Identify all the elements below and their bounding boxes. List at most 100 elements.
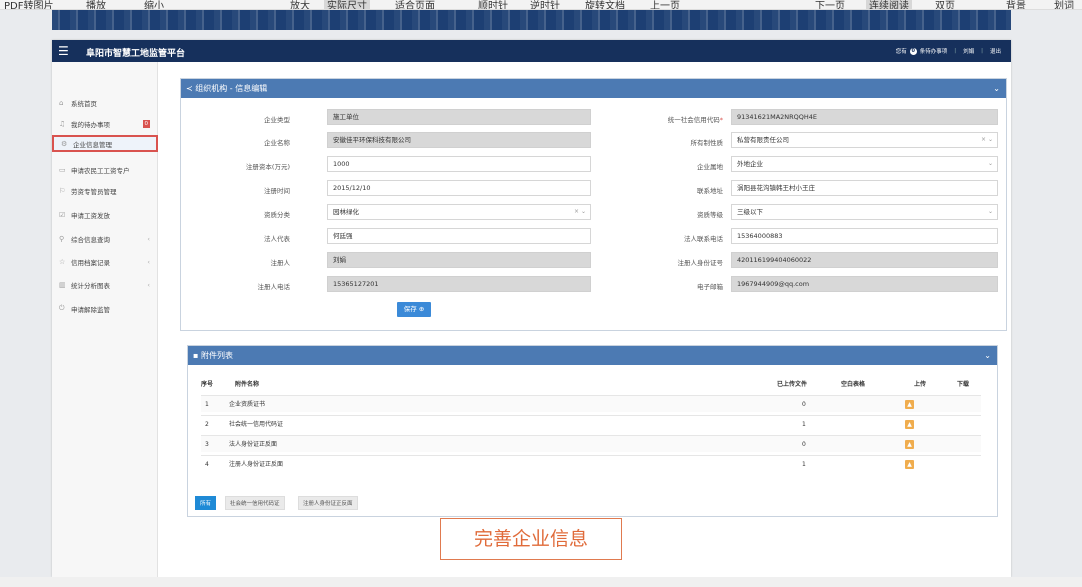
capital-label: 注册资本(万元) <box>245 163 290 171</box>
sidebar-item-label: 申请农民工工资专户 <box>71 166 130 175</box>
todo-suffix[interactable]: 条待办事项 <box>920 47 948 55</box>
legal-phone-input[interactable]: 15364000883 <box>731 228 998 244</box>
sidebar-item-wage-account[interactable]: ▭ 申请农民工工资专户 <box>52 161 158 178</box>
reg-date-input[interactable]: 2015/12/10 <box>327 180 591 196</box>
table-row: 4 注册人身份证正反面 1 ▲ <box>201 455 981 472</box>
sidebar-item-statistics[interactable]: ▥ 统计分析图表 ‹ <box>52 276 158 293</box>
registrant-label: 注册人 <box>270 259 291 267</box>
sidebar-item-credit[interactable]: ☆ 信用档案记录 ‹ <box>52 253 158 270</box>
registrant-phone-field: 15365127201 <box>327 276 591 292</box>
row-name: 注册人身份证正反面 <box>229 461 284 468</box>
fit-page-button[interactable]: 适合页面 <box>395 0 435 9</box>
upload-icon[interactable]: ▲ <box>905 440 914 449</box>
todo-count-badge[interactable]: 0 <box>909 47 917 55</box>
next-page-button[interactable]: 下一页 <box>815 0 845 9</box>
sidebar-item-label: 我的待办事项 <box>71 120 110 129</box>
chevron-left-icon: ‹ <box>147 257 150 266</box>
row-no: 1 <box>205 401 209 408</box>
row-uploaded: 1 <box>802 461 806 468</box>
chevron-down-icon[interactable]: ⌄ <box>984 346 991 365</box>
background-button[interactable]: 背景 <box>1006 0 1026 9</box>
save-button[interactable]: 保存 ⊕ <box>397 302 431 317</box>
company-name-label: 企业名称 <box>264 139 290 147</box>
logout-link[interactable]: 退出 <box>990 47 1001 55</box>
col-blank: 空白表格 <box>841 381 866 388</box>
credit-code-label: 统一社会信用代码* <box>641 114 723 124</box>
email-field: 1967944909@qq.com <box>731 276 998 292</box>
tab-all[interactable]: 所有 <box>195 496 217 510</box>
chevron-down-icon[interactable]: ⌄ <box>988 157 993 171</box>
sidebar-item-query[interactable]: ⚲ 综合信息查询 ‹ <box>52 230 158 247</box>
row-no: 3 <box>205 441 209 448</box>
menu-icon[interactable]: ☰ <box>58 44 69 58</box>
save-label: 保存 <box>403 305 417 313</box>
app-window: ☰ 阜阳市智慧工地监管平台 您有 0 条待办事项 | 刘娟 | 退出 ⌂ 系统首… <box>52 40 1011 577</box>
bell-icon: ♫ <box>59 119 66 128</box>
registrant-id-field: 420116199404060022 <box>731 252 998 268</box>
upload-icon[interactable]: ▲ <box>905 420 914 429</box>
sidebar-item-wage-payment[interactable]: ☑ 申请工资发放 <box>52 206 158 223</box>
qualification-label: 资质分类 <box>264 211 290 219</box>
sidebar-item-label: 综合信息查询 <box>71 235 110 244</box>
qualification-select[interactable]: 园林绿化 × ⌄ <box>327 204 591 220</box>
registrant-id-label: 注册人身份证号 <box>677 259 724 267</box>
rotate-doc-button[interactable]: 旋转文档 <box>585 0 625 9</box>
rotate-ccw-button[interactable]: 逆时针 <box>530 0 560 9</box>
panel-header: ▪ 附件列表 ⌄ <box>188 346 997 365</box>
capital-input[interactable]: 1000 <box>327 156 591 172</box>
company-name-field: 安徽佳平环保科技有限公司 <box>327 132 591 148</box>
zoom-out-button[interactable]: 缩小 <box>144 0 164 9</box>
sidebar-item-labor-manager[interactable]: ⚐ 劳资专管员管理 <box>52 182 158 199</box>
sidebar-item-home[interactable]: ⌂ 系统首页 <box>52 94 158 111</box>
chevron-left-icon: ‹ <box>147 234 150 243</box>
double-page-button[interactable]: 双页 <box>935 0 955 9</box>
address-input[interactable]: 涡阳县花沟镇韩王村小王庄 <box>731 180 998 196</box>
legal-label: 法人代表 <box>264 235 290 243</box>
tab-registrant-id[interactable]: 注册人身份证正反面 <box>298 496 358 510</box>
upload-icon[interactable]: ▲ <box>905 460 914 469</box>
clear-chevron-icon[interactable]: × ⌄ <box>574 205 586 219</box>
pdf-to-image-button[interactable]: PDF转图片 <box>4 0 53 9</box>
select-word-button[interactable]: 划词 <box>1054 0 1074 9</box>
card-icon: ▭ <box>59 165 66 174</box>
tab-credit-code[interactable]: 社会统一信用代码证 <box>225 496 285 510</box>
chevron-down-icon[interactable]: ⌄ <box>993 79 1000 98</box>
org-edit-panel: ≺ 组织机构 - 信息编辑 ⌄ 企业类型 施工单位 统一社会信用代码* 9134… <box>180 78 1007 331</box>
play-button[interactable]: 播放 <box>86 0 106 9</box>
clear-chevron-icon[interactable]: × ⌄ <box>981 133 993 147</box>
ownership-value: 私营有限责任公司 <box>737 136 789 144</box>
col-uploaded: 已上传文件 <box>777 381 808 388</box>
grade-label: 资质等级 <box>697 211 723 219</box>
sidebar-item-company-info[interactable]: ⚙ 企业信息管理 <box>52 135 158 152</box>
grade-select[interactable]: 三级以下 ⌄ <box>731 204 998 220</box>
col-upload: 上传 <box>914 381 927 388</box>
attachments-panel: ▪ 附件列表 ⌄ 序号 附件名称 已上传文件 空白表格 上传 下载 1 企业资质… <box>187 345 998 517</box>
sidebar-item-label: 申请解除监管 <box>71 305 110 314</box>
chevron-down-icon[interactable]: ⌄ <box>988 205 993 219</box>
sidebar-item-todo[interactable]: ♫ 我的待办事项 0 <box>52 115 158 132</box>
prev-page-button[interactable]: 上一页 <box>650 0 680 9</box>
col-name: 附件名称 <box>235 381 260 388</box>
address-label: 联系地址 <box>697 187 723 195</box>
zoom-in-button[interactable]: 放大 <box>290 0 310 9</box>
belong-select[interactable]: 外地企业 ⌄ <box>731 156 998 172</box>
user-name[interactable]: 刘娟 <box>963 47 974 55</box>
flag-icon: ⚐ <box>59 186 66 195</box>
page-banner <box>52 10 1011 30</box>
continuous-read-button[interactable]: 连续阅读 <box>866 0 912 9</box>
row-uploaded: 0 <box>802 441 806 448</box>
row-name: 法人身份证正反面 <box>229 441 278 448</box>
rotate-cw-button[interactable]: 顺时针 <box>478 0 508 9</box>
sidebar-item-release[interactable]: ⏻ 申请解除监管 <box>52 300 158 317</box>
required-mark: * <box>719 116 723 124</box>
actual-size-button[interactable]: 实际尺寸 <box>324 0 370 9</box>
ownership-select[interactable]: 私营有限责任公司 × ⌄ <box>731 132 998 148</box>
sidebar: ⌂ 系统首页 ♫ 我的待办事项 0 ⚙ 企业信息管理 ▭ 申请农民工工资专户 ⚐… <box>52 62 158 577</box>
legal-input[interactable]: 何廷强 <box>327 228 591 244</box>
credit-code-field: 91341621MA2NRQQH4E <box>731 109 998 125</box>
upload-icon[interactable]: ▲ <box>905 400 914 409</box>
col-no: 序号 <box>201 381 214 388</box>
table-header: 序号 附件名称 已上传文件 空白表格 上传 下载 <box>201 376 981 393</box>
ownership-label: 所有制性质 <box>690 139 724 147</box>
todo-count: 0 <box>142 119 150 128</box>
